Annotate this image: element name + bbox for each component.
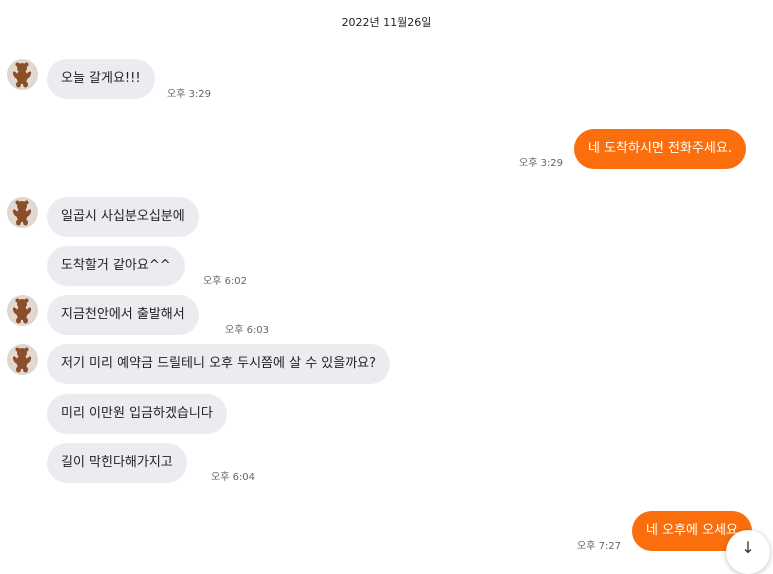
arrow-down-icon: ↓: [741, 538, 755, 557]
avatar-teddy-bear-icon[interactable]: [7, 344, 38, 375]
message-bubble-incoming[interactable]: 오늘 갈게요!!!: [47, 59, 155, 99]
date-divider: 2022년 11월26일: [341, 16, 432, 29]
message-bubble-incoming[interactable]: 저기 미리 예약금 드릴테니 오후 두시쯤에 살 수 있을까요?: [47, 344, 391, 384]
avatar-teddy-bear-icon[interactable]: [7, 59, 38, 90]
message-time: 오후 6:04: [211, 472, 256, 483]
avatar-teddy-bear-icon[interactable]: [7, 197, 38, 228]
message-bubble-incoming[interactable]: 길이 막힌다해가지고: [47, 443, 187, 483]
message-time: 오후 3:29: [519, 158, 564, 169]
message-bubble-incoming[interactable]: 미리 이만원 입금하겠습니다: [47, 394, 227, 434]
message-time: 오후 7:27: [577, 541, 622, 552]
message-time: 오후 6:03: [225, 325, 270, 336]
message-time: 오후 6:02: [203, 276, 248, 287]
message-bubble-incoming[interactable]: 일곱시 사십분오십분에: [47, 197, 199, 237]
avatar-teddy-bear-icon[interactable]: [7, 295, 38, 326]
message-bubble-outgoing[interactable]: 네 도착하시면 전화주세요.: [574, 129, 746, 169]
message-bubble-incoming[interactable]: 지금천안에서 출발해서: [47, 295, 199, 335]
message-time: 오후 3:29: [167, 89, 212, 100]
message-bubble-incoming[interactable]: 도착할거 같아요^^: [47, 246, 185, 286]
scroll-to-bottom-button[interactable]: ↓: [726, 530, 770, 574]
